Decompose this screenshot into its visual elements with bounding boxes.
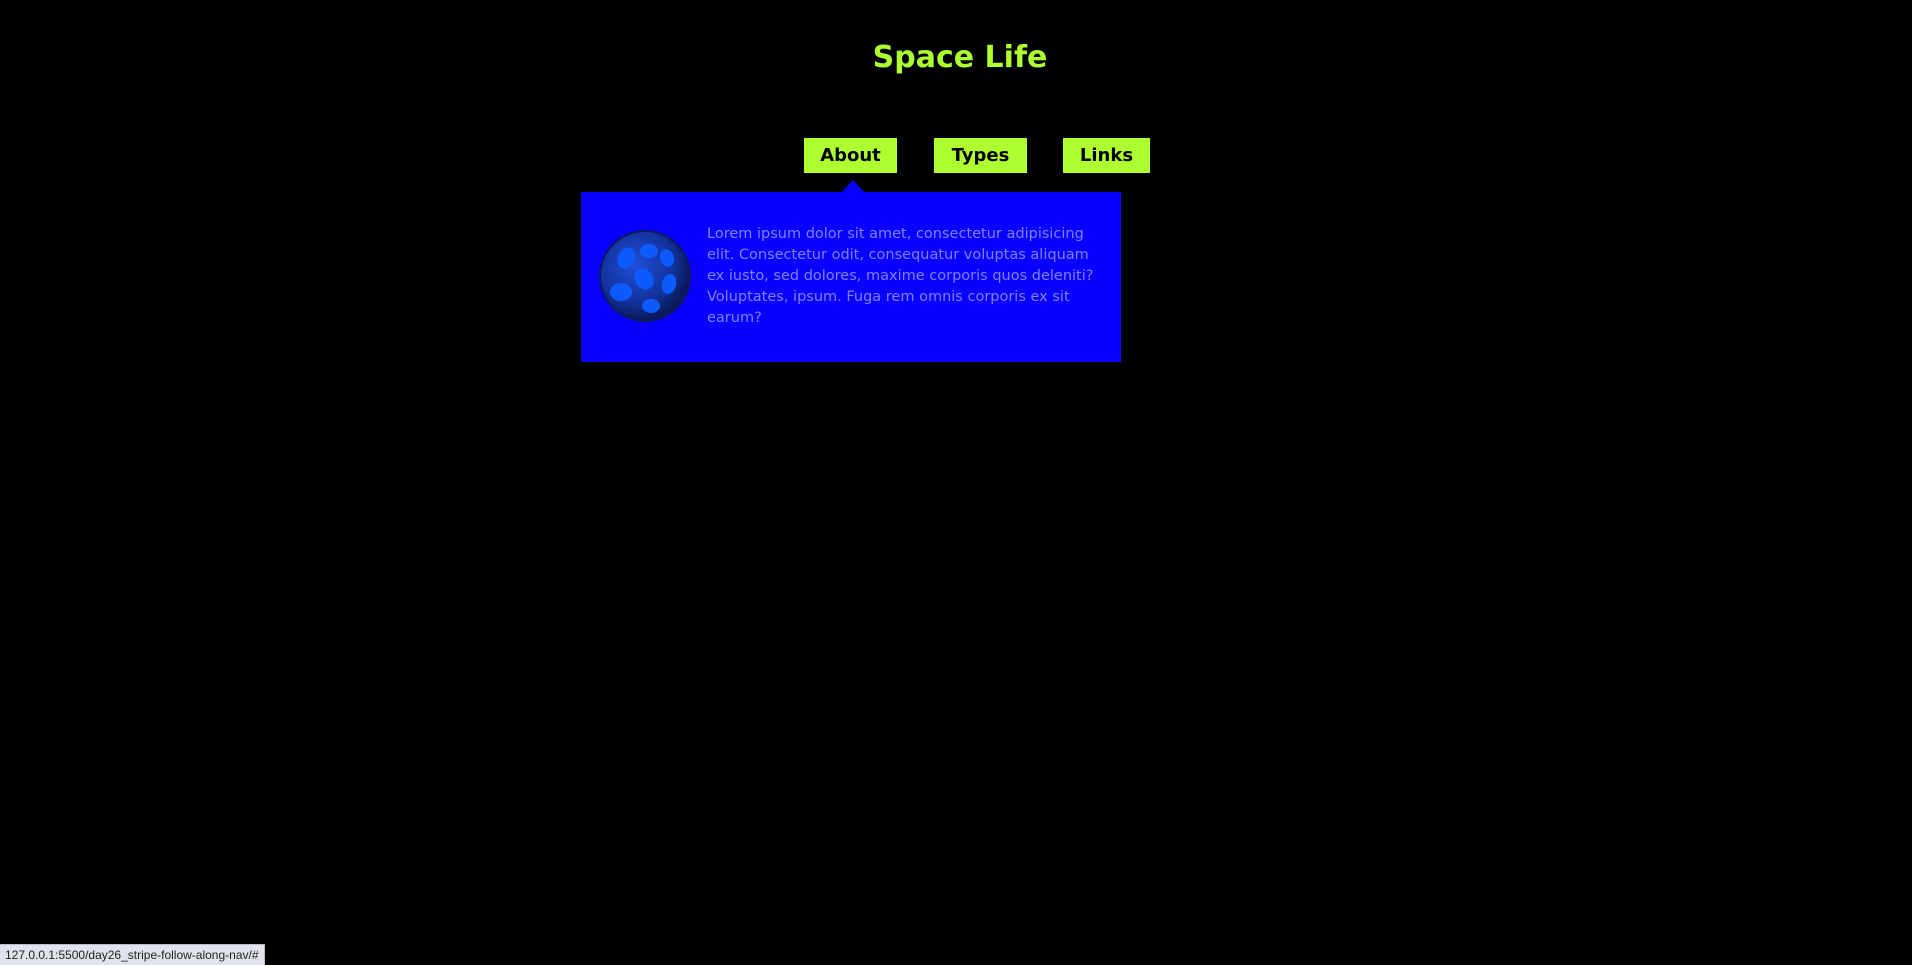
browser-status-url: 127.0.0.1:5500/day26_stripe-follow-along… [0, 944, 265, 965]
nav-item-links[interactable]: Links [1063, 138, 1150, 173]
page-title: Space Life [872, 40, 1048, 75]
nav-item-types[interactable]: Types [934, 138, 1027, 173]
page: Space Life About Types Links Lorem ipsum… [0, 0, 1912, 965]
planet-icon [599, 230, 691, 322]
about-dropdown: Lorem ipsum dolor sit amet, consectetur … [581, 192, 1121, 362]
nav-item-about[interactable]: About [804, 138, 897, 173]
dropdown-description: Lorem ipsum dolor sit amet, consectetur … [707, 226, 1094, 326]
